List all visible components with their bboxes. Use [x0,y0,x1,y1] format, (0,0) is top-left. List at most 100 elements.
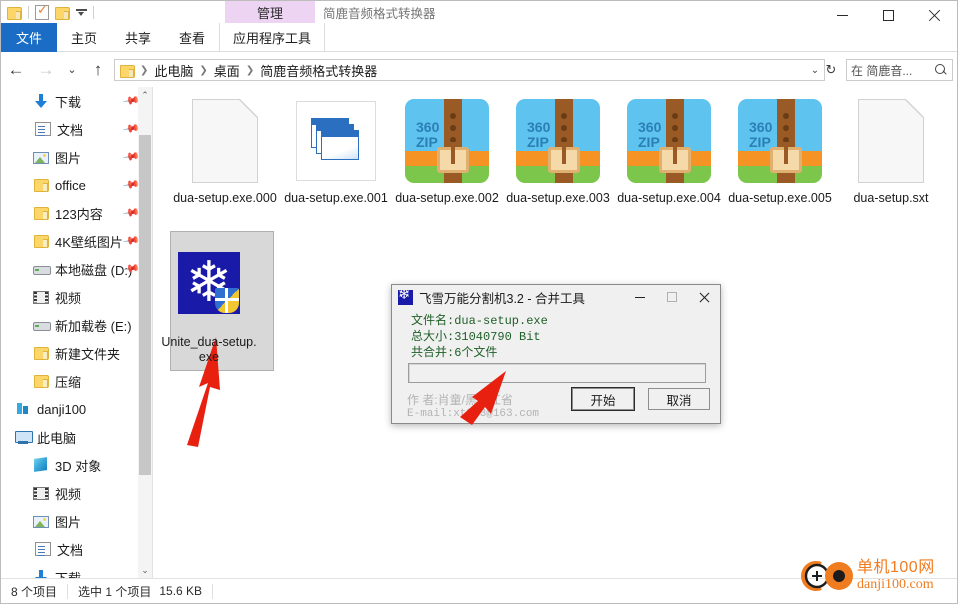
sidebar-item-label: 下载 [55,94,82,110]
dialog-close-button[interactable] [688,285,720,309]
folder-icon [33,345,49,361]
navigation-pane: 下载 📌 文档 📌 图片 📌 office 📌 123内容 📌 4K壁纸图片 📌… [1,87,153,578]
progress-bar [408,363,706,383]
sidebar-item-new-volume-e[interactable]: 新加载卷 (E:) [1,311,139,339]
tiled-windows-icon [296,101,376,181]
watermark-logo-icon [801,556,855,596]
file-item[interactable]: 360 ZIP dua-setup.exe.005 [725,91,835,206]
file-item[interactable]: dua-setup.exe.000 [170,91,280,206]
search-icon [935,63,948,77]
title-bar: 管理 简鹿音频格式转换器 [1,1,957,23]
pin-icon: 📌 [122,232,141,250]
properties-checkmark-icon[interactable] [35,2,49,20]
tab-home[interactable]: 主页 [57,23,111,52]
pin-icon: 📌 [122,204,141,222]
dialog-body: 文件名:dua-setup.exe 总大小:31040790 Bit 共合并:6… [392,309,720,425]
dialog-minimize-button[interactable] [624,285,656,309]
qat-divider-2 [93,6,94,19]
maximize-icon [667,292,677,302]
folder-icon[interactable] [7,6,22,20]
tab-view-label: 查看 [179,31,206,46]
sidebar-item-downloads-quick[interactable]: 下载 📌 [1,87,140,115]
sidebar-item-downloads[interactable]: 下载 [1,563,139,578]
file-name: dua-setup.exe.005 [728,191,832,205]
blank-document-icon [192,99,258,183]
archive-label-line2: ZIP [527,134,549,150]
sidebar-item-label: 新加载卷 (E:) [55,318,132,334]
sidebar-item-label: 图片 [55,150,82,166]
status-selected-size-label: 15.6 KB [159,584,203,598]
blank-document-icon [858,99,924,183]
sidebar-item-local-disk-d[interactable]: 本地磁盘 (D:) 📌 [1,255,140,283]
sidebar-item-documents-quick[interactable]: 文档 📌 [1,115,140,143]
pictures-icon [33,516,49,528]
360zip-archive-icon: 360 ZIP [627,99,711,183]
file-icon-wrap: 360 ZIP [725,91,835,191]
download-icon [33,569,49,578]
sidebar-item-4k-wallpapers[interactable]: 4K壁纸图片 📌 [1,227,141,255]
file-item[interactable]: dua-setup.exe.001 [281,91,391,206]
dialog-title: 飞雪万能分割机3.2 - 合并工具 [419,291,585,306]
back-icon: ← [7,59,25,79]
sidebar-item-123content[interactable]: 123内容 📌 [1,199,141,227]
tab-share-label: 共享 [125,31,152,46]
scroll-up-button[interactable]: ⌃ [138,87,152,103]
chevron-down-icon: ⌄ [141,564,149,575]
file-item[interactable]: 360 ZIP dua-setup.exe.004 [614,91,724,206]
sidebar-scrollbar[interactable]: ⌃ ⌄ [138,87,152,578]
archive-label-line2: ZIP [749,134,771,150]
sidebar-item-3d-objects[interactable]: 3D 对象 [1,451,139,479]
refresh-button[interactable]: ↻ [820,59,842,81]
tab-share[interactable]: 共享 [111,23,165,52]
file-item-selected[interactable]: ❄ Unite_dua-setup.exe [154,231,274,371]
file-name: dua-setup.exe.001 [284,191,388,205]
sidebar-item-videos[interactable]: 视频 [1,479,139,507]
folder-icon [33,233,49,249]
uac-shield-icon [215,288,239,313]
sidebar-item-pictures[interactable]: 图片 [1,507,139,535]
breadcrumb[interactable]: ❯ 此电脑 ❯ 桌面 ❯ 简鹿音频格式转换器 [114,59,814,81]
sidebar-item-label: 123内容 [55,206,103,222]
search-placeholder: 在 简鹿音... [851,63,913,78]
sidebar-item-new-folder[interactable]: 新建文件夹 [1,339,139,367]
file-item[interactable]: dua-setup.sxt [836,91,946,206]
breadcrumb-item-desktop[interactable]: 桌面 [211,60,243,80]
sidebar-item-pictures-quick[interactable]: 图片 📌 [1,143,140,171]
start-button-label: 开始 [590,393,616,408]
file-item-inner: ❄ Unite_dua-setup.exe [154,231,264,365]
new-folder-icon[interactable] [55,6,70,20]
dialog-total-size: 总大小:31040790 Bit [411,330,541,344]
sidebar-item-label: 新建文件夹 [55,346,121,362]
sidebar-item-compressed[interactable]: 压缩 [1,367,139,395]
sidebar-item-office[interactable]: office 📌 [1,171,141,199]
close-icon [928,9,941,22]
archive-buckle [437,142,469,173]
search-input[interactable]: 在 简鹿音... [846,59,953,81]
archive-label-line1: 360 [638,119,662,135]
chevron-down-icon[interactable] [76,7,87,18]
recent-locations-button[interactable]: ⌄ [61,55,83,85]
merge-tool-dialog[interactable]: 飞雪万能分割机3.2 - 合并工具 文件名:dua-setup.exe 总大小:… [391,284,721,425]
back-button[interactable]: ← [1,55,31,85]
tab-view[interactable]: 查看 [165,23,219,52]
sidebar-item-videos-quick[interactable]: 视频 [1,283,139,311]
pin-icon: 📌 [122,176,141,194]
breadcrumb-item-current-folder[interactable]: 简鹿音频格式转换器 [257,60,380,80]
sidebar-item-label: 文档 [57,122,84,138]
scrollbar-thumb[interactable] [139,135,151,475]
tab-file[interactable]: 文件 [1,23,57,52]
start-button[interactable]: 开始 [572,388,634,410]
up-button[interactable]: ↑ [83,55,113,85]
breadcrumb-item-this-pc[interactable]: 此电脑 [151,60,196,80]
tab-application-tools[interactable]: 应用程序工具 [219,23,326,52]
forward-button[interactable]: → [31,55,61,85]
sidebar-item-danji100[interactable]: danji100 [1,395,139,423]
sidebar-item-this-pc[interactable]: 此电脑 [1,423,139,451]
cancel-button[interactable]: 取消 [648,388,710,410]
scroll-down-button[interactable]: ⌄ [138,562,152,578]
sidebar-item-label: 视频 [55,290,82,306]
sidebar-item-documents[interactable]: 文档 [1,535,139,563]
management-context-tab[interactable]: 管理 [225,1,315,23]
file-item[interactable]: 360 ZIP dua-setup.exe.003 [503,91,613,206]
file-item[interactable]: 360 ZIP dua-setup.exe.002 [392,91,502,206]
